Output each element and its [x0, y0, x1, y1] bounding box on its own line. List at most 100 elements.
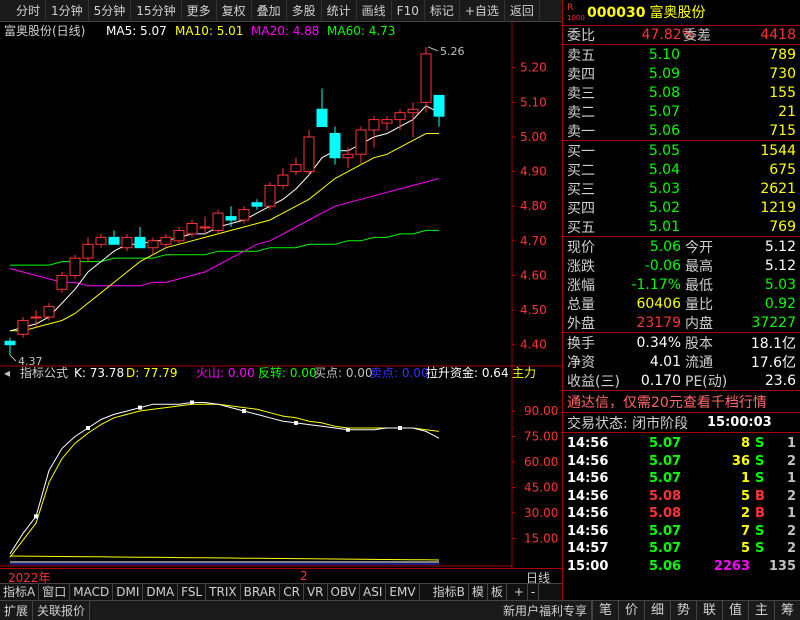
- indicator-tab-6[interactable]: TRIX: [206, 583, 241, 601]
- indicator-tab-12[interactable]: EMV: [386, 583, 420, 601]
- status-tab-4[interactable]: 联: [696, 600, 722, 620]
- candle: [225, 206, 237, 227]
- indicator-tab-5[interactable]: FSL: [178, 583, 207, 601]
- fund-value-2: 23.6: [764, 372, 796, 389]
- date-mid: 2: [300, 569, 308, 583]
- indicator-tab-16[interactable]: +: [511, 583, 528, 601]
- stat-row: 涨幅 -1.17% 最低 5.03: [563, 275, 800, 294]
- ask-price: 5.09: [648, 65, 680, 82]
- indicator-tab-15[interactable]: 板: [488, 583, 507, 601]
- tick-side: S: [755, 436, 765, 452]
- status-tab-7[interactable]: 筹: [774, 600, 800, 620]
- indicator-tab-3[interactable]: DMI: [113, 583, 144, 601]
- stat-row: 总量 60406 量比 0.92: [563, 294, 800, 313]
- toolbar-item-0[interactable]: 分时: [0, 0, 47, 22]
- indicator-tab-1[interactable]: 窗口: [39, 583, 71, 601]
- status-tab-3[interactable]: 势: [670, 600, 696, 620]
- status-tab-1[interactable]: 价: [618, 600, 644, 620]
- candle-body: [381, 119, 393, 124]
- indicator-tab-11[interactable]: ASI: [360, 583, 387, 601]
- toolbar-item-8[interactable]: 统计: [322, 0, 357, 22]
- tick-volume: 1: [740, 471, 750, 487]
- indicator-tab-9[interactable]: VR: [304, 583, 328, 601]
- trade-state-row: 交易状态: 闭市阶段 15:00:03: [563, 413, 800, 433]
- ind-axis-label-1: 75.00: [524, 430, 558, 444]
- date-row: 2022年 2 日线: [0, 568, 562, 586]
- indicator-label-1: D: 77.79: [126, 366, 177, 380]
- candle-body: [342, 153, 354, 159]
- indicator-tab-17[interactable]: -: [528, 583, 540, 601]
- ask-volume: 789: [769, 46, 796, 63]
- status-promo[interactable]: 新用户福利专享: [499, 600, 592, 620]
- toolbar-item-2[interactable]: 5分钟: [89, 0, 132, 22]
- ad-banner[interactable]: 通达信，仅需20元查看千档行情: [563, 391, 800, 413]
- toolbar-item-5[interactable]: 复权: [217, 0, 252, 22]
- kline-chart[interactable]: 富奥股份(日线) MA5: 5.07 MA10: 5.01 MA20: 4.88 MA6…: [0, 22, 562, 568]
- kline-chart-svg[interactable]: 富奥股份(日线) MA5: 5.07 MA10: 5.01 MA20: 4.88 MA6…: [0, 22, 562, 568]
- ask-row: 卖四 5.09 730: [563, 64, 800, 83]
- tick-time: 14:56: [567, 523, 609, 539]
- tick-side: S: [755, 453, 765, 469]
- indicator-arrow-icon[interactable]: ◂: [4, 366, 10, 380]
- indicator-tab-2[interactable]: MACD: [70, 583, 114, 601]
- indicator-tab-8[interactable]: CR: [280, 583, 304, 601]
- fund-row: 净资 4.01 流通 17.6亿: [563, 352, 800, 371]
- price-axis-label-8: 4.40: [520, 338, 547, 352]
- status-left-0[interactable]: 扩展: [0, 600, 34, 620]
- candle-body: [277, 174, 289, 186]
- kdj-k-marker: [190, 400, 194, 405]
- indicator-tab-10[interactable]: OBV: [328, 583, 361, 601]
- kdj-k-marker: [294, 420, 298, 425]
- ask-label: 卖四: [567, 66, 595, 83]
- candle: [394, 109, 406, 131]
- candle-body: [82, 243, 94, 259]
- candle-body: [95, 236, 107, 245]
- toolbar-item-13[interactable]: 返回: [505, 0, 540, 22]
- indicator-label-6: 拉升资金: 0.64: [426, 365, 509, 380]
- stat-value-2: 5.12: [764, 257, 796, 274]
- indicator-tab-13[interactable]: 指标B: [430, 583, 469, 601]
- ind-axis-label-0: 90.00: [524, 404, 558, 418]
- indicator-tab-4[interactable]: DMA: [143, 583, 179, 601]
- toolbar-item-12[interactable]: +自选: [460, 0, 505, 22]
- toolbar-item-10[interactable]: F10: [392, 0, 425, 22]
- indicator-tab-7[interactable]: BRAR: [241, 583, 281, 601]
- chart-title: 富奥股份(日线): [4, 23, 85, 38]
- candle-body: [199, 226, 211, 229]
- toolbar-item-9[interactable]: 画线: [357, 0, 392, 22]
- toolbar-item-1[interactable]: 1分钟: [46, 0, 89, 22]
- status-tab-0[interactable]: 笔: [592, 600, 618, 620]
- candle: [355, 126, 367, 165]
- status-left-1[interactable]: 关联报价: [33, 600, 91, 620]
- status-tab-6[interactable]: 主: [748, 600, 774, 620]
- weicha-label: 委差: [683, 28, 711, 44]
- weibi-value: 47.82%: [641, 27, 695, 43]
- indicator-tab-14[interactable]: 模: [469, 583, 488, 601]
- tick-list: 14:56 5.07 8 S 1 14:56 5.07 36 S 2 14:56 5.07 1 S 1 14:…: [563, 433, 800, 575]
- stat-label: 外盘: [567, 315, 595, 332]
- toolbar-item-3[interactable]: 15分钟: [131, 0, 182, 22]
- toolbar-item-6[interactable]: 叠加: [252, 0, 287, 22]
- candle-body: [43, 306, 55, 318]
- candle-body: [69, 257, 81, 276]
- ask-price: 5.08: [648, 84, 680, 101]
- status-tab-5[interactable]: 值: [722, 600, 748, 620]
- fund-label-2: 股本: [685, 335, 713, 352]
- candle: [160, 233, 172, 248]
- candle: [316, 88, 328, 128]
- indicator-title[interactable]: 指标公式: [20, 365, 68, 380]
- ma-label-0: MA5: 5.07: [106, 24, 167, 38]
- toolbar-item-4[interactable]: 更多: [182, 0, 217, 22]
- ask-label: 卖二: [567, 104, 595, 121]
- toolbar-item-7[interactable]: 多股: [287, 0, 322, 22]
- ma10-line: [10, 133, 439, 332]
- tick-volume: 8: [740, 436, 750, 452]
- price-axis-label-5: 4.70: [520, 234, 547, 248]
- tick-price: 5.07: [649, 541, 682, 557]
- toolbar-item-11[interactable]: 标记: [425, 0, 460, 22]
- indicator-tab-0[interactable]: 指标A: [0, 583, 40, 601]
- period-label[interactable]: 日线: [526, 569, 550, 586]
- ask-row: 卖三 5.08 155: [563, 83, 800, 102]
- status-tab-2[interactable]: 细: [644, 600, 670, 620]
- candle-body: [225, 216, 237, 221]
